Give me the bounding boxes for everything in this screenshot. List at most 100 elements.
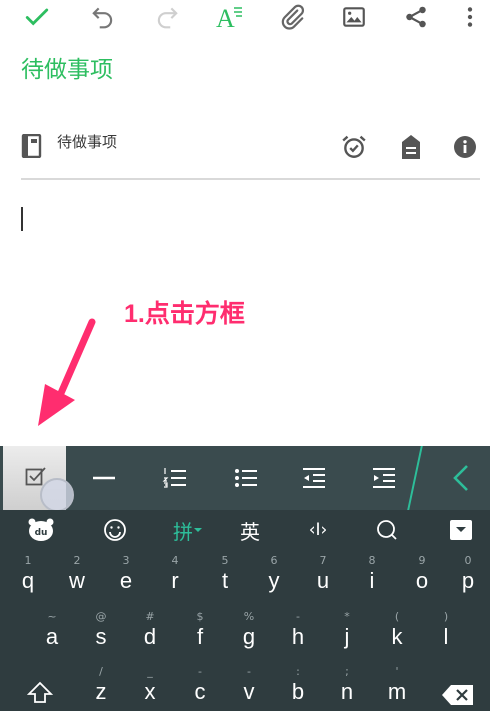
key-hint: *	[344, 610, 350, 623]
image-icon[interactable]	[339, 2, 369, 32]
key-hint: 6	[270, 554, 278, 567]
key-t[interactable]: 5t	[205, 554, 245, 600]
key-hint: 9	[418, 554, 426, 567]
touch-indicator	[40, 478, 74, 512]
alarm-icon[interactable]	[341, 134, 367, 164]
checkbox-button[interactable]	[3, 446, 74, 512]
notebook-name[interactable]: 待做事项	[57, 131, 117, 152]
pinyin-mode-button[interactable]: 拼	[168, 514, 208, 546]
key-s[interactable]: @ s	[81, 610, 121, 656]
backspace-key[interactable]	[440, 682, 476, 708]
key-label: y	[268, 568, 280, 593]
key-hint: @	[95, 610, 107, 623]
info-icon[interactable]	[453, 135, 477, 163]
key-f[interactable]: $ f	[180, 610, 220, 656]
divider	[21, 178, 480, 180]
attachment-icon[interactable]	[277, 2, 307, 32]
key-hint: 5	[221, 554, 229, 567]
redo-icon[interactable]	[152, 2, 182, 32]
key-hint: 2	[73, 554, 81, 567]
key-q[interactable]: 1q	[8, 554, 48, 600]
shift-key[interactable]	[18, 678, 62, 708]
share-icon[interactable]	[401, 2, 431, 32]
key-c[interactable]: -c	[180, 665, 220, 711]
bullet-list-icon[interactable]	[230, 462, 262, 494]
ime-logo-icon[interactable]: du	[26, 514, 56, 546]
cursor-control-button[interactable]: ‹I›	[298, 514, 338, 546]
toolbar-separator	[407, 446, 423, 510]
key-p[interactable]: 0p	[448, 554, 488, 600]
key-hint: /	[99, 665, 103, 678]
key-hint: #	[145, 610, 155, 623]
key-label: o	[415, 568, 429, 593]
key-n[interactable]: ; n	[327, 665, 367, 711]
indent-icon[interactable]	[368, 462, 400, 494]
soft-keyboard: du 拼 英 ‹I› 1q 2w 3e 4r 5t 6y 7u 8i 9o 0p…	[0, 510, 490, 711]
undo-icon[interactable]	[88, 2, 118, 32]
emoji-icon[interactable]	[100, 514, 130, 546]
key-hint: ;	[345, 665, 349, 678]
key-b[interactable]: :b	[278, 665, 318, 711]
key-h[interactable]: -h	[278, 610, 318, 656]
key-m[interactable]: ' m	[377, 665, 417, 711]
text-format-icon[interactable]: A	[214, 2, 244, 32]
format-toolbar	[0, 446, 490, 512]
key-i[interactable]: 8i	[352, 554, 392, 600]
key-x[interactable]: _ x	[130, 665, 170, 711]
key-hint: 3	[122, 554, 130, 567]
note-title[interactable]: 待做事项	[21, 50, 113, 84]
key-r[interactable]: 4r	[155, 554, 195, 600]
key-hint: %	[243, 610, 255, 623]
key-hint: $	[196, 610, 204, 623]
key-hint: -	[247, 665, 251, 678]
key-j[interactable]: * j	[327, 610, 367, 656]
shift-icon	[27, 681, 53, 703]
svg-text:du: du	[35, 528, 48, 538]
key-o[interactable]: 9o	[402, 554, 442, 600]
key-w[interactable]: 2w	[57, 554, 97, 600]
key-k[interactable]: (k	[377, 610, 417, 656]
key-label: a	[45, 624, 59, 649]
dropdown-icon	[194, 528, 202, 532]
key-label: r	[171, 568, 179, 593]
more-vert-icon[interactable]	[455, 2, 485, 32]
svg-text:A: A	[216, 4, 235, 32]
key-v[interactable]: -v	[229, 665, 269, 711]
tag-icon[interactable]	[399, 134, 423, 164]
key-z[interactable]: / z	[81, 665, 121, 711]
key-label: q	[21, 568, 35, 593]
key-hint: 0	[464, 554, 472, 567]
key-l[interactable]: ) l	[426, 610, 466, 656]
outdent-icon[interactable]	[298, 462, 330, 494]
keyboard-top-bar: du 拼 英 ‹I›	[0, 510, 490, 550]
collapse-arrow-icon[interactable]	[445, 462, 477, 494]
key-label: k	[391, 624, 403, 649]
key-a[interactable]: ~ a	[32, 610, 72, 656]
english-mode-button[interactable]: 英	[235, 514, 265, 546]
key-label: d	[143, 624, 157, 649]
notebook-icon[interactable]	[20, 133, 42, 162]
key-label: z	[95, 679, 107, 704]
key-e[interactable]: 3e	[106, 554, 146, 600]
key-label: e	[119, 568, 133, 593]
key-label: n	[340, 679, 354, 704]
key-g[interactable]: % g	[229, 610, 269, 656]
key-label: f	[196, 624, 204, 649]
check-icon[interactable]	[22, 2, 52, 32]
key-hint: -	[296, 610, 300, 623]
hide-keyboard-icon[interactable]	[446, 514, 476, 546]
key-y[interactable]: 6y	[254, 554, 294, 600]
search-icon[interactable]	[372, 514, 402, 546]
horizontal-rule-icon[interactable]	[88, 462, 120, 494]
key-u[interactable]: 7u	[303, 554, 343, 600]
key-label: l	[443, 624, 449, 649]
key-label: g	[242, 624, 256, 649]
key-label: p	[461, 568, 475, 593]
key-hint: 4	[171, 554, 179, 567]
key-label: c	[194, 679, 206, 704]
numbered-list-icon[interactable]	[159, 462, 191, 494]
key-hint: '	[395, 665, 399, 678]
key-d[interactable]: # d	[130, 610, 170, 656]
key-hint: 8	[368, 554, 376, 567]
key-label: t	[221, 568, 229, 593]
